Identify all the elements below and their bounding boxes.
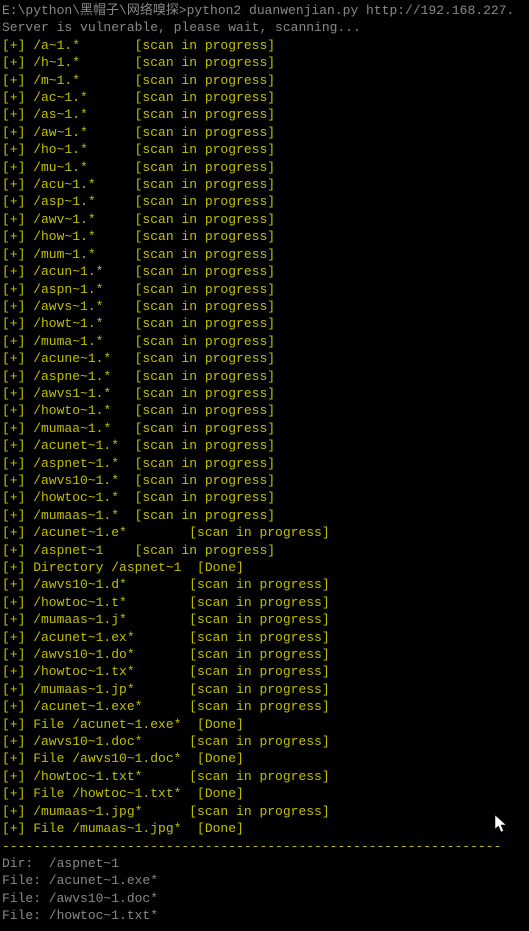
results-container: Dir: /aspnet~1File: /acunet~1.exe*File: …: [2, 855, 527, 925]
scan-output-line: [+] /how~1.* [scan in progress]: [2, 228, 527, 245]
scan-output-line: [+] /mum~1.* [scan in progress]: [2, 246, 527, 263]
result-line: File: /acunet~1.exe*: [2, 872, 527, 889]
scan-output-line: [+] /mumaas~1.jpg* [scan in progress]: [2, 803, 527, 820]
scan-output-line: [+] /awv~1.* [scan in progress]: [2, 211, 527, 228]
scan-output-line: [+] /ac~1.* [scan in progress]: [2, 89, 527, 106]
scan-output-line: [+] /acunet~1.ex* [scan in progress]: [2, 629, 527, 646]
scan-output-line: [+] File /mumaas~1.jpg* [Done]: [2, 820, 527, 837]
result-line: File: /awvs10~1.doc*: [2, 890, 527, 907]
scan-output-line: [+] /acunet~1.exe* [scan in progress]: [2, 698, 527, 715]
scan-output-line: [+] /mumaas~1.j* [scan in progress]: [2, 611, 527, 628]
scan-output-line: [+] /acunet~1.* [scan in progress]: [2, 437, 527, 454]
scan-output-line: [+] /mumaa~1.* [scan in progress]: [2, 420, 527, 437]
command-prompt: E:\python\黑帽子\网络嗅探>python2 duanwenjian.p…: [2, 2, 527, 19]
scan-output-line: [+] /howt~1.* [scan in progress]: [2, 315, 527, 332]
scan-output-line: [+] /mumaas~1.jp* [scan in progress]: [2, 681, 527, 698]
separator-line: ----------------------------------------…: [2, 838, 527, 855]
scan-output-line: [+] /awvs10~1.* [scan in progress]: [2, 472, 527, 489]
status-message: Server is vulnerable, please wait, scann…: [2, 19, 527, 36]
scan-output-line: [+] /awvs1~1.* [scan in progress]: [2, 385, 527, 402]
scan-output-line: [+] /a~1.* [scan in progress]: [2, 37, 527, 54]
scan-output-line: [+] /mumaas~1.* [scan in progress]: [2, 507, 527, 524]
scan-output-line: [+] File /howtoc~1.txt* [Done]: [2, 785, 527, 802]
scan-output-line: [+] /aw~1.* [scan in progress]: [2, 124, 527, 141]
result-line: Dir: /aspnet~1: [2, 855, 527, 872]
scan-output-line: [+] /acu~1.* [scan in progress]: [2, 176, 527, 193]
scan-output-line: [+] /howtoc~1.txt* [scan in progress]: [2, 768, 527, 785]
scan-output-line: [+] /aspn~1.* [scan in progress]: [2, 281, 527, 298]
scan-output-line: [+] /ho~1.* [scan in progress]: [2, 141, 527, 158]
scan-output-line: [+] /as~1.* [scan in progress]: [2, 106, 527, 123]
scan-output-line: [+] /acunet~1.e* [scan in progress]: [2, 524, 527, 541]
scan-output-container: [+] /a~1.* [scan in progress][+] /h~1.* …: [2, 37, 527, 838]
scan-output-line: [+] File /acunet~1.exe* [Done]: [2, 716, 527, 733]
scan-output-line: [+] /h~1.* [scan in progress]: [2, 54, 527, 71]
scan-output-line: [+] /muma~1.* [scan in progress]: [2, 333, 527, 350]
scan-output-line: [+] /howtoc~1.tx* [scan in progress]: [2, 663, 527, 680]
scan-output-line: [+] Directory /aspnet~1 [Done]: [2, 559, 527, 576]
scan-output-line: [+] /aspnet~1.* [scan in progress]: [2, 455, 527, 472]
scan-output-line: [+] /asp~1.* [scan in progress]: [2, 193, 527, 210]
scan-output-line: [+] /howtoc~1.* [scan in progress]: [2, 489, 527, 506]
scan-output-line: [+] /aspne~1.* [scan in progress]: [2, 368, 527, 385]
scan-output-line: [+] /awvs10~1.doc* [scan in progress]: [2, 733, 527, 750]
scan-output-line: [+] /m~1.* [scan in progress]: [2, 72, 527, 89]
scan-output-line: [+] /awvs~1.* [scan in progress]: [2, 298, 527, 315]
scan-output-line: [+] /mu~1.* [scan in progress]: [2, 159, 527, 176]
scan-output-line: [+] /aspnet~1 [scan in progress]: [2, 542, 527, 559]
scan-output-line: [+] /awvs10~1.do* [scan in progress]: [2, 646, 527, 663]
scan-output-line: [+] File /awvs10~1.doc* [Done]: [2, 750, 527, 767]
scan-output-line: [+] /howtoc~1.t* [scan in progress]: [2, 594, 527, 611]
scan-output-line: [+] /acun~1.* [scan in progress]: [2, 263, 527, 280]
scan-output-line: [+] /awvs10~1.d* [scan in progress]: [2, 576, 527, 593]
scan-output-line: [+] /howto~1.* [scan in progress]: [2, 402, 527, 419]
scan-output-line: [+] /acune~1.* [scan in progress]: [2, 350, 527, 367]
result-line: File: /howtoc~1.txt*: [2, 907, 527, 924]
